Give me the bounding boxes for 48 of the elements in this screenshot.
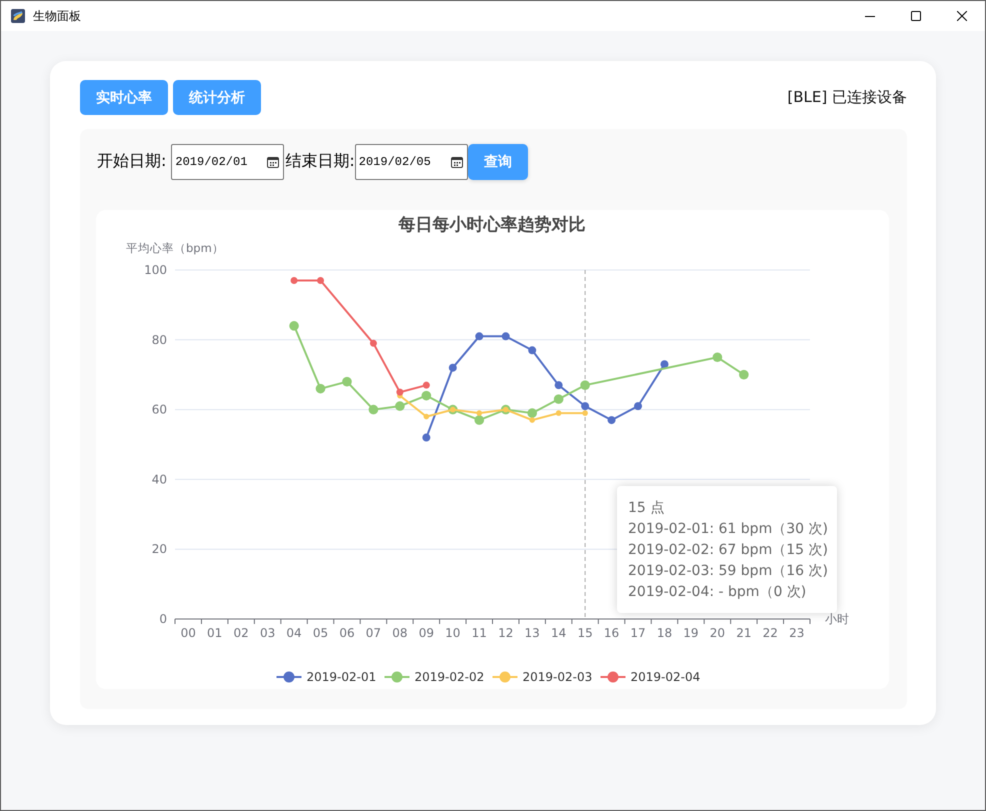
chart-title: 每日每小时心率趋势对比	[398, 215, 586, 235]
tick-label: 60	[152, 402, 167, 417]
tick-label: 04	[286, 626, 302, 640]
tick-label: 02	[234, 626, 249, 640]
tick-label: 03	[260, 626, 276, 640]
tick-label: 00	[180, 626, 196, 640]
tick-label: 80	[152, 332, 167, 347]
date-label: 结束日期:	[284, 150, 355, 172]
tooltip-line: 2019-02-03: 59 bpm（16 次)	[628, 562, 827, 581]
axis-title: 平均心率（bpm）	[126, 241, 224, 255]
tick-label: 06	[339, 626, 355, 640]
tick-label: 08	[392, 626, 408, 640]
tick-label: 19	[683, 626, 699, 640]
tick-label: 10	[445, 626, 460, 640]
tick-label: 15	[577, 626, 593, 640]
tick-label: 22	[762, 626, 778, 640]
legend-label[interactable]: 2019-02-03	[522, 670, 592, 684]
tick-label: 05	[312, 626, 328, 640]
tick-label: 16	[604, 626, 620, 640]
tick-label: 20	[152, 542, 167, 556]
tick-label: 0	[159, 612, 167, 626]
legend-label[interactable]: 2019-02-04	[630, 670, 700, 684]
tick-label: 13	[524, 626, 540, 640]
legend-label[interactable]: 2019-02-01	[306, 670, 376, 684]
tick-label: 14	[551, 626, 566, 640]
tooltip-line: 2019-02-02: 67 bpm（15 次)	[628, 541, 827, 560]
tooltip-title: 15 点	[628, 499, 666, 518]
date-field[interactable]: 2019/02/05	[354, 144, 468, 180]
date-label: 开始日期:	[96, 150, 166, 172]
tick-label: 40	[152, 472, 167, 486]
tick-label: 20	[710, 626, 726, 640]
axis-title: 小时	[825, 612, 849, 626]
tick-label: 100	[144, 263, 167, 277]
tick-label: 01	[207, 626, 222, 640]
tooltip-line: 2019-02-04: - bpm（0 次)	[628, 583, 808, 602]
tick-label: 18	[656, 626, 672, 640]
tick-label: 11	[472, 626, 487, 640]
connection-status: [BLE] 已连接设备	[787, 88, 907, 107]
date-field[interactable]: 2019/02/01	[171, 144, 284, 180]
tick-label: 07	[366, 626, 382, 640]
tick-label: 21	[736, 626, 752, 640]
tooltip-line: 2019-02-01: 61 bpm（30 次)	[628, 520, 827, 539]
tick-label: 17	[630, 626, 646, 640]
tick-label: 09	[418, 626, 434, 640]
tick-label: 12	[498, 626, 514, 640]
legend-label[interactable]: 2019-02-02	[414, 670, 484, 684]
window-title: 生物面板	[33, 8, 82, 24]
tick-label: 23	[789, 626, 804, 640]
